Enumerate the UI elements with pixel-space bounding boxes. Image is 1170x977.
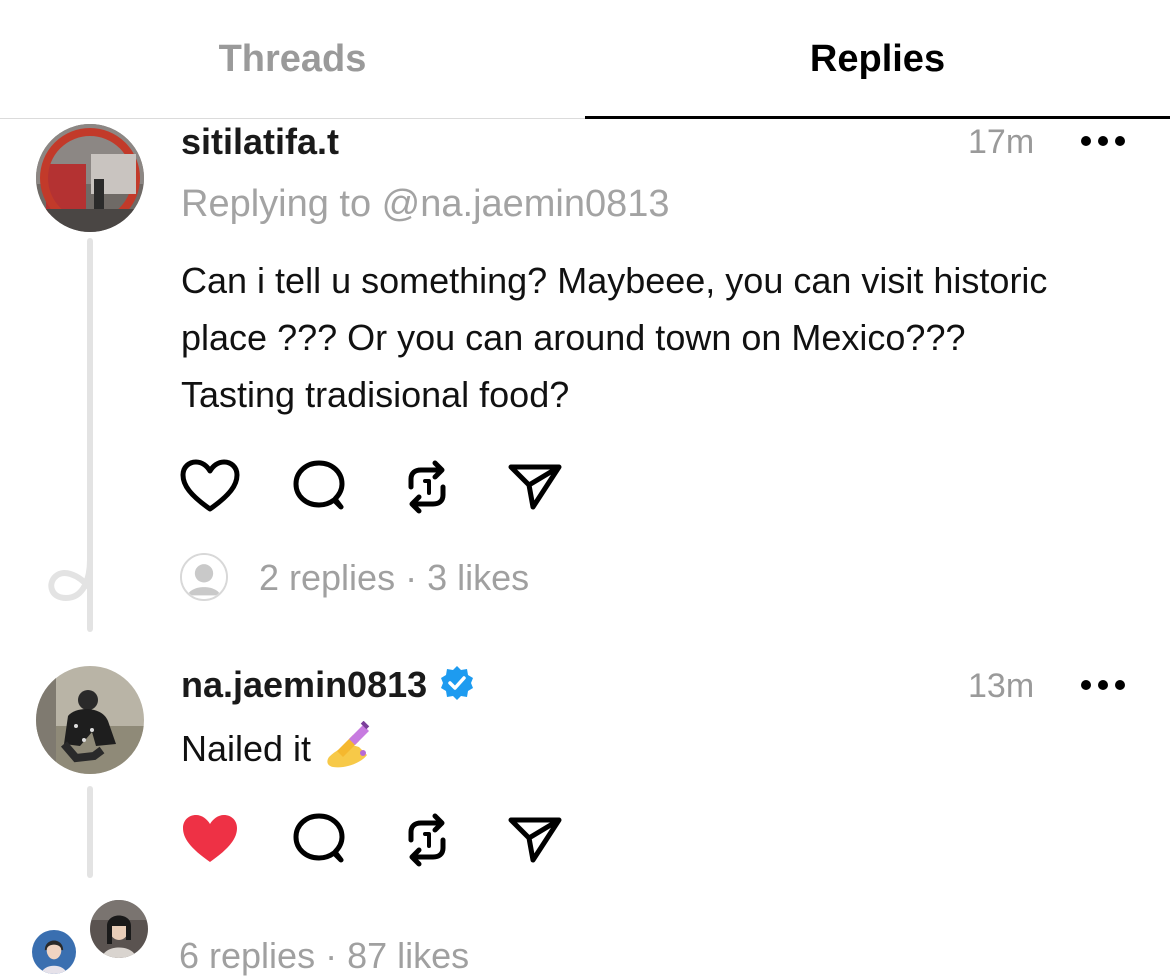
reply-button[interactable] bbox=[289, 457, 349, 517]
more-options-icon[interactable] bbox=[1080, 131, 1126, 151]
verified-badge-icon bbox=[441, 666, 474, 700]
tab-threads[interactable]: Threads bbox=[0, 0, 585, 118]
like-button[interactable] bbox=[180, 810, 240, 870]
default-avatar-icon bbox=[182, 555, 226, 599]
heart-icon bbox=[180, 459, 240, 512]
post-time: 13m bbox=[968, 667, 1035, 705]
thread-line bbox=[87, 786, 93, 878]
username[interactable]: sitilatifa.t bbox=[181, 121, 339, 163]
post-text: Nailed it bbox=[181, 720, 1061, 777]
avatar[interactable] bbox=[36, 124, 144, 232]
post-time: 17m bbox=[968, 123, 1035, 161]
active-tab-indicator bbox=[585, 116, 1170, 119]
avatar[interactable] bbox=[36, 666, 144, 774]
repost-button[interactable] bbox=[397, 810, 457, 870]
comment-icon bbox=[293, 460, 345, 510]
share-button[interactable] bbox=[505, 457, 565, 517]
thread-loop bbox=[48, 558, 93, 602]
reply-button[interactable] bbox=[289, 810, 349, 870]
post-text: Can i tell u something? Maybeee, you can… bbox=[181, 260, 1048, 415]
replier-avatar bbox=[90, 900, 148, 958]
more-options-icon[interactable] bbox=[1080, 675, 1126, 695]
replies-summary[interactable]: 2 replies · 3 likes bbox=[259, 557, 529, 599]
replying-to[interactable]: Replying to @na.jaemin0813 bbox=[181, 183, 670, 226]
send-icon bbox=[508, 464, 562, 510]
like-button[interactable] bbox=[180, 457, 240, 517]
username[interactable]: na.jaemin0813 bbox=[181, 664, 475, 706]
tab-divider bbox=[0, 118, 585, 119]
avatar-photo bbox=[36, 124, 144, 232]
heart-filled-icon bbox=[183, 815, 237, 862]
replier-avatar bbox=[30, 928, 78, 976]
send-icon bbox=[508, 817, 562, 863]
avatar-photo bbox=[90, 900, 148, 958]
post-text-content: Nailed it bbox=[181, 728, 312, 769]
replies-summary[interactable]: 6 replies · 87 likes bbox=[179, 935, 469, 977]
repost-icon bbox=[408, 813, 446, 867]
repost-button[interactable] bbox=[397, 457, 457, 517]
comment-icon bbox=[293, 813, 345, 863]
tab-bar: Threads Replies bbox=[0, 0, 1170, 120]
username-text: na.jaemin0813 bbox=[181, 664, 428, 705]
avatar-photo bbox=[36, 666, 144, 774]
replier-avatar bbox=[180, 553, 228, 601]
avatar-photo bbox=[32, 930, 76, 974]
share-button[interactable] bbox=[505, 810, 565, 870]
tab-replies[interactable]: Replies bbox=[585, 0, 1170, 118]
repost-icon bbox=[408, 460, 446, 514]
nail-polish-emoji bbox=[327, 721, 370, 768]
